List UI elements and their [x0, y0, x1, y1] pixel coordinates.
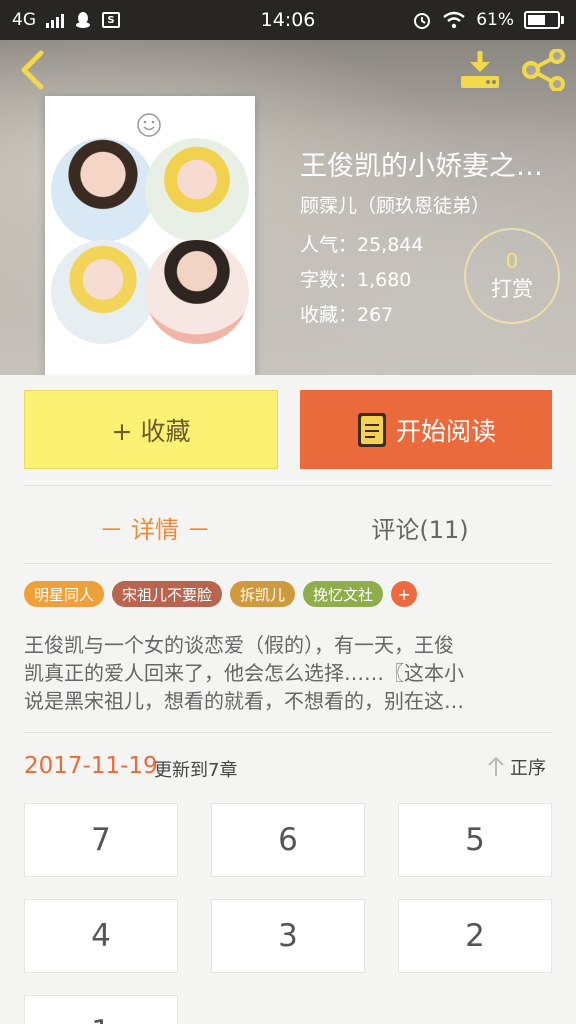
- book-header: 王俊凯的小娇妻之… 顾霂儿（顾玖恩徒弟） 人气：25,844 字数：1,680 …: [0, 40, 576, 375]
- download-icon: [461, 51, 499, 88]
- tab-comments[interactable]: 评论(11): [320, 505, 520, 549]
- back-button[interactable]: [14, 48, 50, 92]
- favorite-label: + 收藏: [111, 416, 191, 446]
- book-description[interactable]: 王俊凯与一个女的谈恋爱（假的），有一天，王俊 凯真正的爱人回来了，他会怎么选择……: [24, 631, 554, 715]
- alarm-icon: [414, 13, 431, 29]
- tag-item[interactable]: 挽忆文社: [303, 581, 384, 607]
- chapter-button[interactable]: 2: [398, 899, 552, 973]
- qq-icon: [76, 12, 90, 28]
- cover-photo-4: [145, 240, 249, 344]
- tab-detail-label: － 详情 －: [99, 515, 211, 544]
- cover-photo-1: [51, 138, 155, 242]
- start-reading-button[interactable]: 开始阅读: [300, 390, 552, 469]
- sort-order-button[interactable]: 正序: [486, 754, 546, 780]
- share-icon: [522, 49, 565, 91]
- description-line: 王俊凯与一个女的谈恋爱（假的），有一天，王俊: [24, 633, 454, 657]
- reward-label: 打赏: [491, 277, 533, 301]
- word-count-stat: 字数：1,680: [300, 269, 412, 291]
- favorites-stat: 收藏：267: [300, 304, 394, 326]
- description-line: 说是黑宋祖儿，想看的就看，不想看的，别在这…: [24, 689, 464, 713]
- tab-detail[interactable]: － 详情 －: [60, 505, 250, 549]
- divider: [24, 485, 552, 486]
- popularity-stat: 人气：25,844: [300, 234, 424, 256]
- arrow-up-icon: [488, 756, 504, 776]
- update-date: 2017-11-19: [24, 753, 158, 779]
- read-label: 开始阅读: [395, 416, 496, 446]
- book-title: 王俊凯的小娇妻之…: [300, 151, 543, 182]
- chapter-button[interactable]: 6: [211, 803, 365, 877]
- share-button[interactable]: [520, 48, 568, 92]
- book-cover[interactable]: [45, 96, 255, 375]
- app-notification-icon: S: [102, 12, 120, 28]
- divider: [24, 563, 552, 564]
- chapter-button[interactable]: 4: [24, 899, 178, 973]
- signal-icon: [46, 12, 64, 28]
- tag-item[interactable]: 明星同人: [24, 581, 105, 607]
- chapter-button[interactable]: 3: [211, 899, 365, 973]
- tag-list: 明星同人 宋祖儿不要脸 拆凯儿 挽忆文社 +: [24, 581, 418, 607]
- add-tag-button[interactable]: +: [391, 581, 418, 607]
- chapter-button[interactable]: 1: [24, 995, 178, 1024]
- smiley-icon: [137, 113, 161, 137]
- chapter-button[interactable]: 5: [398, 803, 552, 877]
- chevron-left-icon: [21, 50, 44, 90]
- battery-icon: [524, 11, 564, 29]
- status-bar: 4G S 14:06 61%: [0, 0, 576, 40]
- status-right: 61%: [412, 10, 564, 30]
- update-status: 更新到7章: [154, 760, 238, 781]
- battery-percent: 61%: [476, 10, 514, 30]
- sort-label: 正序: [510, 758, 546, 779]
- wifi-icon: [443, 11, 465, 29]
- reward-button[interactable]: 0 打赏: [464, 228, 560, 324]
- tag-item[interactable]: 拆凯儿: [230, 581, 296, 607]
- network-label: 4G: [12, 10, 36, 30]
- chapter-button[interactable]: 7: [24, 803, 178, 877]
- reward-count: 0: [505, 249, 519, 273]
- cover-photo-2: [145, 138, 249, 242]
- tab-comments-label: 评论(11): [371, 515, 469, 544]
- cover-photo-3: [51, 240, 155, 344]
- book-icon: [357, 412, 386, 447]
- tag-item[interactable]: 宋祖儿不要脸: [112, 581, 223, 607]
- add-to-favorites-button[interactable]: + 收藏: [24, 390, 278, 469]
- book-author[interactable]: 顾霂儿（顾玖恩徒弟）: [300, 191, 490, 218]
- divider: [24, 732, 552, 733]
- status-left: 4G S: [12, 10, 120, 30]
- description-line: 凯真正的爱人回来了，他会怎么选择……〖这本小: [24, 661, 464, 685]
- download-button[interactable]: [456, 48, 504, 92]
